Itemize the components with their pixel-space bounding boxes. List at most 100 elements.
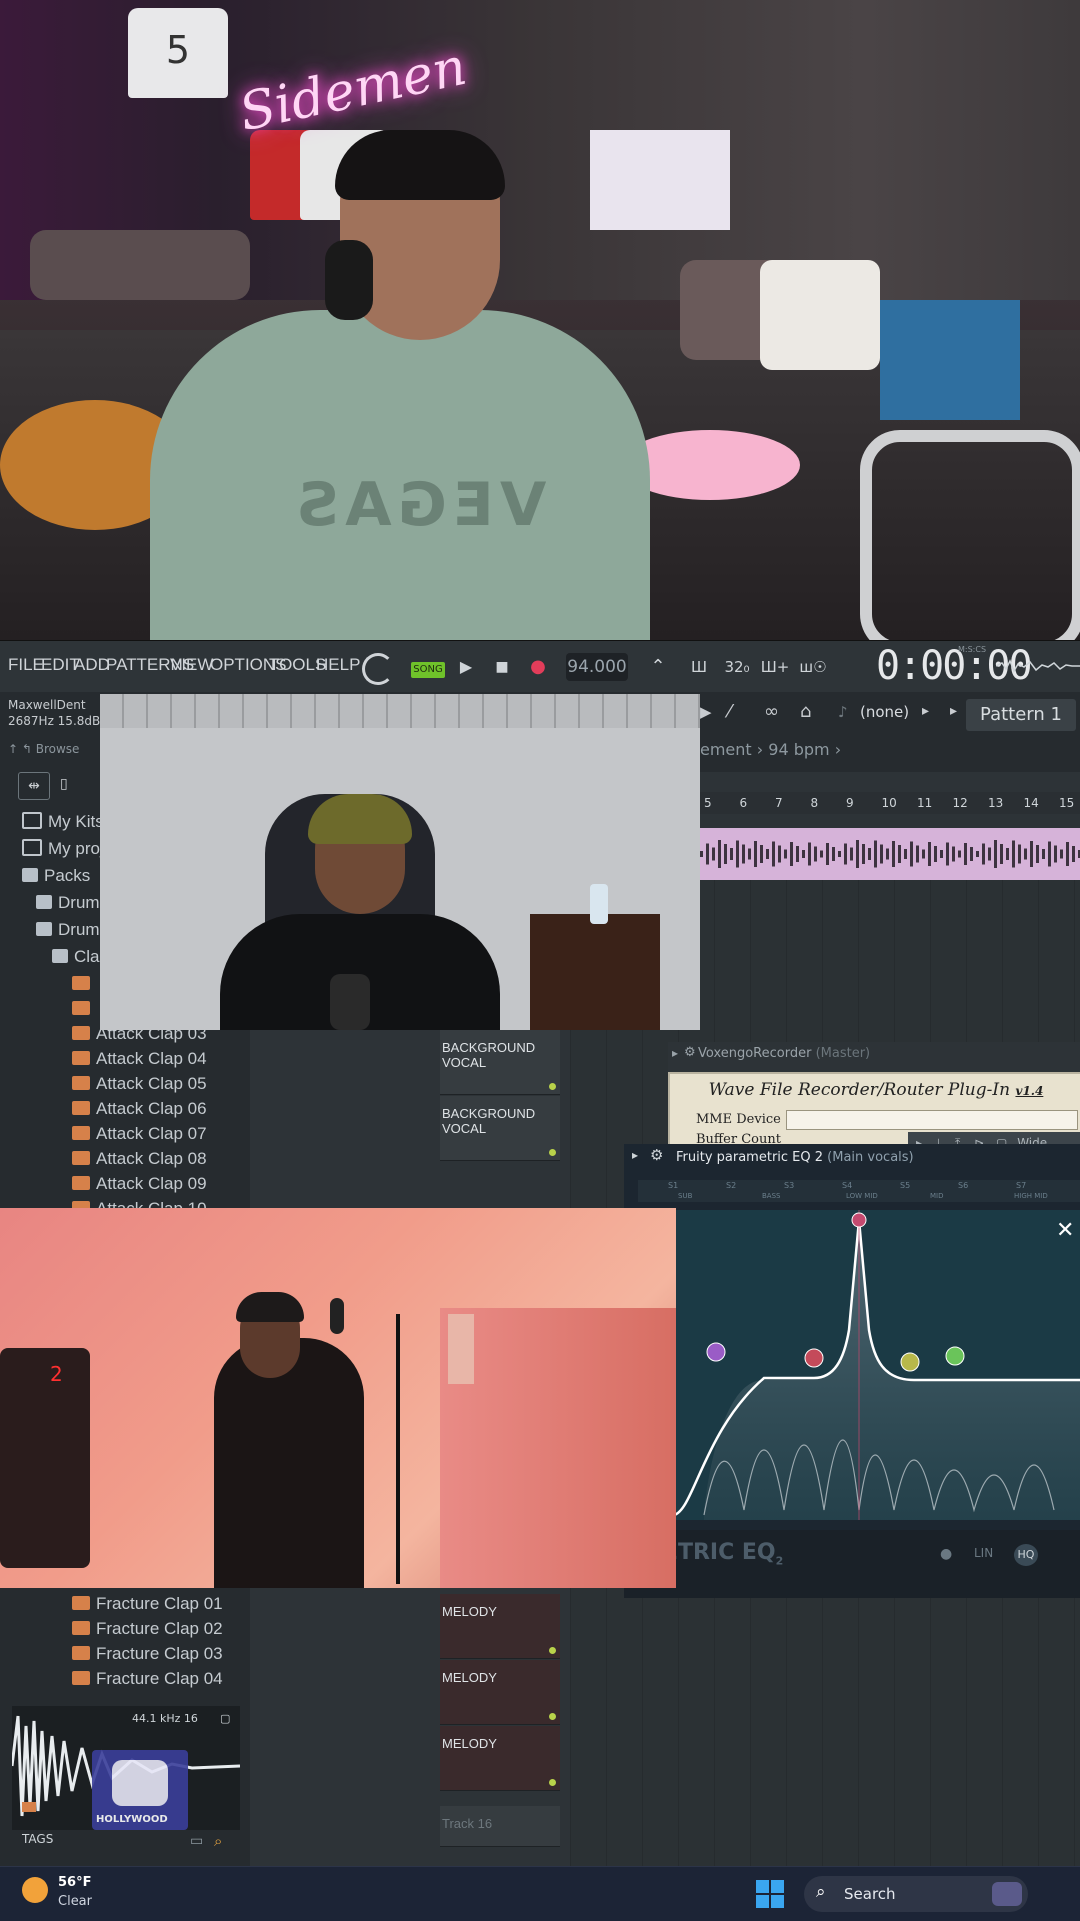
eq-band-label[interactable]: S1 — [668, 1181, 678, 1190]
eq-band-handle-5[interactable] — [945, 1346, 965, 1366]
pattern-selector[interactable]: Pattern 1 — [966, 699, 1076, 731]
wait-input-icon[interactable]: Ш — [684, 652, 714, 682]
folder-open-icon[interactable]: ▭ — [190, 1833, 203, 1849]
track-header[interactable]: Track 16 — [440, 1806, 560, 1847]
browser-file-item[interactable]: Fracture Clap 01 — [72, 1594, 223, 1619]
track-mute-led[interactable] — [549, 1149, 556, 1156]
snap-arrow-icon[interactable]: ▸ — [922, 703, 929, 719]
browser-item[interactable]: My Kits — [22, 812, 104, 837]
eq-band-label[interactable]: S3 — [784, 1181, 794, 1190]
browser-file-item[interactable]: Attack Clap 08 — [72, 1149, 207, 1174]
browser-item[interactable]: My proj — [22, 839, 104, 864]
eq-band-range: LOW MID — [846, 1192, 878, 1200]
playlist-ruler[interactable]: 5 6 7 8 9 10 11 12 13 14 15 — [700, 792, 1080, 814]
browser-file-item[interactable]: Attack Clap 09 — [72, 1174, 207, 1199]
browser-view-icon[interactable]: ⇹ — [18, 772, 50, 800]
browser-nav[interactable]: ↑ ↰ Browse — [8, 742, 79, 756]
settings-gear-icon[interactable]: ⚙ — [684, 1045, 696, 1060]
audio-clip[interactable] — [700, 828, 1080, 880]
eq-gear-icon[interactable]: ⚙ — [650, 1146, 663, 1164]
browser-file-item[interactable]: Fracture Clap 04 — [72, 1669, 223, 1694]
track-header[interactable]: MELODY — [440, 1726, 560, 1791]
browser-file-label: Attack Clap 05 — [96, 1074, 207, 1093]
sample-preview[interactable]: 44.1 kHz 16 ▢ HOLLYWOOD — [10, 1706, 241, 1830]
preview-info: 44.1 kHz 16 — [132, 1712, 198, 1725]
browser-file-item[interactable]: Fracture Clap 02 — [72, 1619, 223, 1644]
track-header[interactable]: BACKGROUND VOCAL — [440, 1030, 560, 1095]
eq-band-handle-3[interactable] — [851, 1212, 867, 1228]
track-mute-led[interactable] — [549, 1083, 556, 1090]
record-icon[interactable]: ● — [528, 652, 548, 682]
weather-icon[interactable] — [22, 1877, 48, 1903]
temperature[interactable]: 56°F — [58, 1875, 91, 1890]
browser-file-item[interactable]: Attack Clap 05 — [72, 1074, 207, 1099]
browser-file-item[interactable]: Attack Clap 06 — [72, 1099, 207, 1124]
weather-condition[interactable]: Clear — [58, 1894, 92, 1909]
browser-item[interactable]: Drum — [36, 893, 100, 918]
browser-file-item[interactable]: Attack Clap 07 — [72, 1124, 207, 1149]
pattern-arrow-icon[interactable]: ▸ — [950, 703, 957, 719]
stop-icon[interactable]: ■ — [492, 652, 512, 682]
eq-band-label[interactable]: S4 — [842, 1181, 852, 1190]
track-header[interactable]: BACKGROUND VOCAL — [440, 1096, 560, 1161]
eq-band-handle-2[interactable] — [804, 1348, 824, 1368]
eq-close-icon[interactable]: ✕ — [1056, 1218, 1074, 1243]
browser-item[interactable]: Cla — [52, 947, 100, 972]
eq-lin-button[interactable]: LIN — [974, 1546, 993, 1560]
logo-text: HOLLYWOOD — [96, 1814, 168, 1825]
blend-notes-button[interactable]: Ш+ — [760, 652, 790, 682]
track-mute-led[interactable] — [549, 1713, 556, 1720]
eq-band-handle-1[interactable] — [706, 1342, 726, 1362]
taskbar-search[interactable]: ⌕ Search — [804, 1876, 1028, 1912]
play-pattern-icon[interactable]: ▶ — [700, 703, 712, 721]
browser-file-item[interactable]: Attack Clap 04 — [72, 1049, 207, 1074]
eq-bottom-bar: AMETRIC EQ2 ● LIN HQ — [624, 1530, 1080, 1598]
brush-icon[interactable]: ⁄ — [728, 701, 731, 722]
snap-icon[interactable]: ♪ — [838, 703, 848, 721]
metronome-icon[interactable]: ⌃ — [644, 652, 672, 682]
menu-view[interactable]: VIEW — [170, 655, 213, 675]
track-mute-led[interactable] — [549, 1779, 556, 1786]
windows-start-icon[interactable] — [756, 1880, 784, 1908]
hint-plugin-name: MaxwellDent — [8, 698, 86, 712]
eq-band-label[interactable]: S5 — [900, 1181, 910, 1190]
step-edit-button[interactable]: 32₀ — [722, 652, 752, 682]
eq-band-handle-4[interactable] — [900, 1352, 920, 1372]
browser-file-item[interactable]: Fracture Clap 03 — [72, 1644, 223, 1669]
eq-hq-button[interactable]: HQ — [1014, 1544, 1038, 1566]
track-mute-led[interactable] — [549, 1647, 556, 1654]
search-browser-icon[interactable]: ⌕ — [214, 1832, 222, 1850]
eq-graph[interactable] — [673, 1210, 1080, 1520]
tags-label[interactable]: TAGS — [22, 1832, 53, 1846]
keypad-digit: 2 — [50, 1362, 63, 1386]
loop-record-button[interactable]: ш☉ — [798, 652, 828, 682]
track-header[interactable]: MELODY — [440, 1660, 560, 1725]
song-mode-button[interactable]: SONG — [411, 662, 445, 678]
menu-help[interactable]: HELP — [316, 655, 360, 675]
webcam-studio: 2 — [0, 1208, 676, 1588]
eq-band-label[interactable]: S7 — [1016, 1181, 1026, 1190]
eq-band-label[interactable]: S2 — [726, 1181, 736, 1190]
cpu-meter-icon[interactable] — [362, 653, 394, 685]
eq-band-label[interactable]: S6 — [958, 1181, 968, 1190]
eq-expand-icon[interactable]: ▸ — [632, 1148, 638, 1162]
mme-device-select[interactable] — [786, 1110, 1078, 1130]
track-header[interactable]: MELODY — [440, 1594, 560, 1659]
menu-file[interactable]: FILE — [8, 655, 44, 675]
preview-play-icon[interactable] — [22, 1802, 36, 1812]
browser-item[interactable]: Drum — [36, 920, 100, 945]
expand-arrow-icon[interactable]: ▸ — [672, 1046, 678, 1060]
snap-select[interactable]: (none) — [860, 703, 909, 721]
hat-icon[interactable]: ⌂ — [800, 701, 811, 722]
pack-icon — [36, 921, 52, 936]
eq-monitor-icon[interactable]: ● — [940, 1546, 952, 1562]
oscilloscope-icon — [996, 659, 1080, 673]
play-icon[interactable]: ▶ — [456, 652, 476, 682]
eq-title-text: Fruity parametric EQ 2 — [676, 1150, 824, 1165]
preview-loop-icon[interactable]: ▢ — [220, 1712, 230, 1725]
link-icon[interactable]: ∞ — [764, 701, 779, 722]
browser-item[interactable]: Packs — [22, 866, 90, 891]
file-icon[interactable]: ▯ — [60, 776, 68, 792]
tempo-display[interactable]: 94.000 — [566, 653, 628, 681]
menu-add[interactable]: ADD — [74, 655, 110, 675]
